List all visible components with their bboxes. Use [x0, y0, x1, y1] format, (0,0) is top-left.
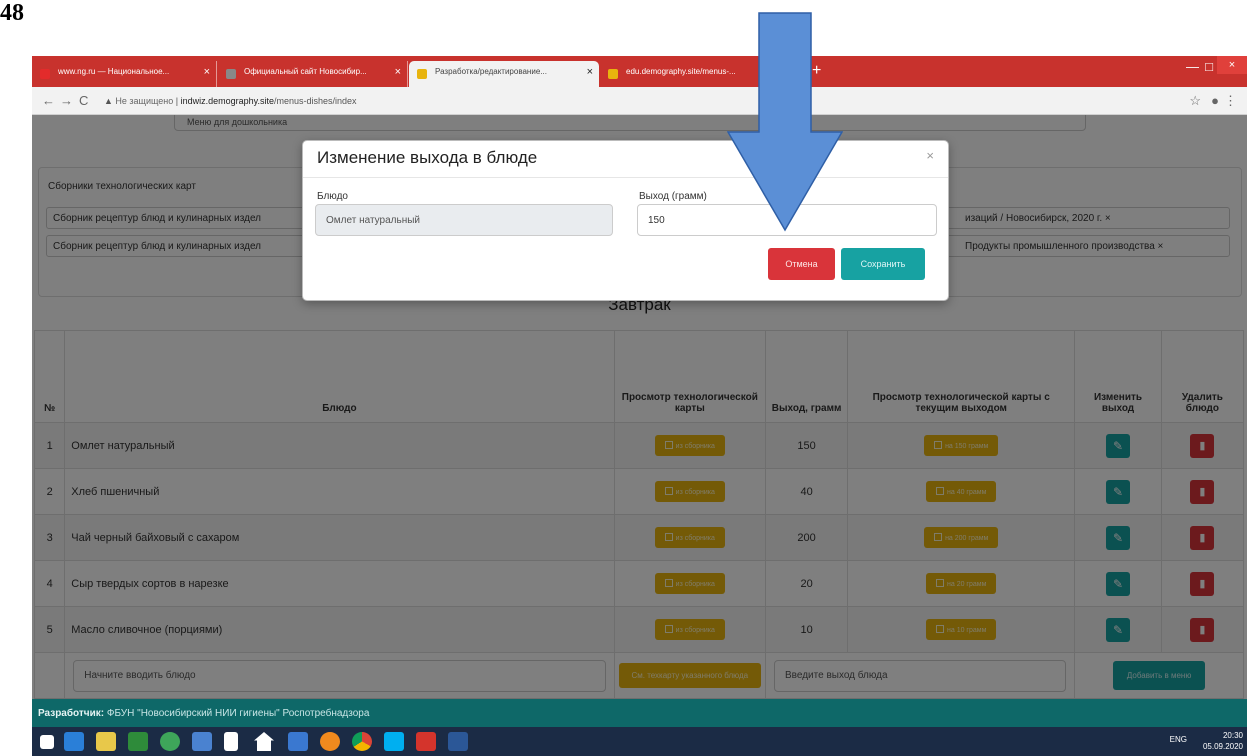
maximize-button[interactable]: □: [1205, 59, 1213, 74]
word-icon[interactable]: [448, 732, 468, 751]
profile-icon[interactable]: ●: [1211, 93, 1219, 108]
forward-button[interactable]: →: [60, 93, 73, 108]
footer-text: ФБУН "Новосибирский НИИ гигиены" Роспотр…: [106, 708, 370, 719]
save-button[interactable]: Сохранить: [841, 248, 925, 280]
footer-label: Разработчик:: [38, 708, 105, 719]
modal-title: Изменение выхода в блюде: [317, 148, 538, 167]
tab-favicon-icon: [40, 69, 50, 79]
footer: Разработчик: ФБУН "Новосибирский НИИ гиг…: [32, 699, 1247, 727]
close-window-button[interactable]: ×: [1217, 56, 1247, 74]
tab-favicon-icon: [417, 69, 427, 79]
address-bar: ← → C ▲ Не защищено | indwiz.demography.…: [32, 87, 1247, 115]
url-host: indwiz.demography.site: [180, 96, 275, 106]
ie-icon[interactable]: [64, 732, 84, 751]
clock-date: 05.09.2020: [1202, 742, 1243, 751]
tab-title: www.ng.ru — Национальное...: [58, 67, 170, 76]
close-tab-icon[interactable]: ×: [204, 66, 210, 78]
tab-title: Официальный сайт Новосибир...: [244, 67, 367, 76]
dish-label: Блюдо: [317, 191, 348, 202]
mail-icon[interactable]: [288, 732, 308, 751]
close-tab-icon[interactable]: ×: [395, 66, 401, 78]
warning-icon: ▲: [104, 96, 116, 106]
tab-title: Разработка/редактирование...: [435, 67, 547, 76]
home-icon[interactable]: [254, 732, 274, 751]
clock-time: 20:30: [1222, 731, 1243, 740]
browser-tab-3-active[interactable]: Разработка/редактирование... ×: [409, 61, 599, 87]
tab-favicon-icon: [608, 69, 618, 79]
browser-tab-2[interactable]: Официальный сайт Новосибир... ×: [218, 61, 408, 87]
tab-favicon-icon: [226, 69, 236, 79]
close-tab-icon[interactable]: ×: [587, 66, 593, 78]
figure-label: 48: [0, 0, 24, 26]
skype-icon[interactable]: [384, 732, 404, 751]
yield-label: Выход (грамм): [639, 191, 707, 202]
file-icon[interactable]: [224, 732, 238, 751]
url-field[interactable]: ▲ Не защищено | indwiz.demography.site/m…: [104, 92, 1164, 110]
browser-tab-bar: www.ng.ru — Национальное... × Официальны…: [32, 56, 1247, 87]
dish-field: Омлет натуральный: [315, 204, 613, 236]
office-icon[interactable]: [128, 732, 148, 751]
bookmark-star-icon[interactable]: ☆: [1189, 93, 1201, 109]
back-button[interactable]: ←: [42, 93, 55, 108]
down-arrow-annotation: [727, 12, 843, 232]
tab-title: edu.demography.site/menus-...: [626, 67, 736, 76]
url-security-warning: Не защищено: [115, 96, 174, 106]
minimize-button[interactable]: —: [1186, 59, 1199, 74]
explorer-icon[interactable]: [96, 732, 116, 751]
system-clock[interactable]: 20:30 05.09.2020: [1203, 730, 1243, 752]
menu-dots-icon[interactable]: ⋮: [1224, 93, 1237, 109]
taskview-icon[interactable]: [192, 732, 212, 751]
reload-button[interactable]: C: [79, 93, 88, 108]
language-indicator[interactable]: ENG: [1170, 735, 1187, 744]
windows-start-icon[interactable]: [40, 735, 54, 749]
cancel-button[interactable]: Отмена: [768, 248, 835, 280]
taskbar: ENG 20:30 05.09.2020: [32, 727, 1247, 756]
chrome-icon[interactable]: [352, 732, 372, 751]
avast-icon[interactable]: [320, 732, 340, 751]
modal-divider: [303, 177, 948, 178]
modal-close-icon[interactable]: ×: [926, 148, 934, 163]
edit-yield-modal: Изменение выхода в блюде × Блюдо Омлет н…: [302, 140, 949, 301]
utorrent-icon[interactable]: [160, 732, 180, 751]
url-path: /menus-dishes/index: [274, 96, 357, 106]
acrobat-icon[interactable]: [416, 732, 436, 751]
browser-tab-1[interactable]: www.ng.ru — Национальное... ×: [32, 61, 217, 87]
